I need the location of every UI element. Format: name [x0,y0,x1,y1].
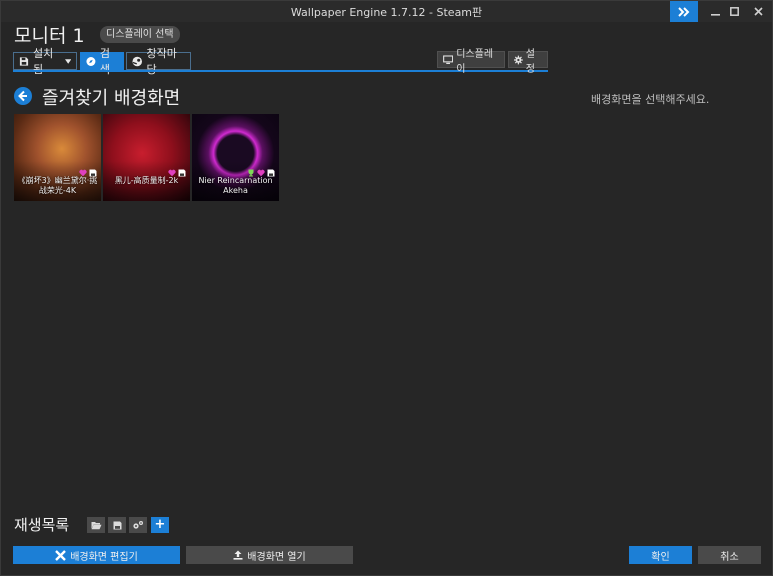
wallpaper-card[interactable]: Nier Reincarnation Akeha [192,114,279,201]
minimize-icon [710,14,720,16]
open-wallpaper-label: 배경화면 열기 [247,551,306,563]
window-title: Wallpaper Engine 1.7.12 - Steam판 [290,6,483,19]
display-button[interactable]: 디스플레이 [437,49,505,75]
back-button[interactable] [14,87,32,105]
compass-icon [86,56,96,66]
app-window: Wallpaper Engine 1.7.12 - Steam판 모니터 1 디… [0,0,773,576]
close-icon [753,7,763,16]
monitor-title: 모니터 1 [14,25,85,47]
playlist-save-button[interactable] [108,517,126,533]
title-bar: Wallpaper Engine 1.7.12 - Steam판 [1,1,772,22]
cancel-button[interactable]: 취소 [698,546,761,564]
playlist-title: 재생목록 [14,516,70,534]
ok-button[interactable]: 확인 [629,546,692,564]
arrow-left-circle-icon [14,87,32,105]
wallpaper-title: 《崩坏3》幽兰黛尔·挑战荣光-4K [17,176,98,195]
tab-search[interactable]: 검색 [80,47,124,76]
playlist-open-button[interactable] [87,517,105,533]
display-select-button[interactable]: 디스플레이 선택 [100,26,180,43]
selection-hint: 배경화면을 선택해주세요. [591,93,710,106]
gears-icon [133,521,143,529]
monitor-icon [443,54,454,64]
wallpaper-title: 黑儿-高质量制-2k [114,176,179,185]
wallpaper-editor-button[interactable]: 배경화면 편집기 [13,546,180,564]
tools-icon [55,549,67,561]
settings-button-label: 설정 [525,48,535,75]
double-chevron-right-icon [678,6,690,17]
gear-icon [514,55,523,64]
floppy-disk-icon [113,521,121,529]
settings-button[interactable]: 설정 [508,49,548,75]
steam-icon [132,56,142,66]
tab-installed-label: 설치됨 [33,47,54,76]
wallpaper-editor-label: 배경화면 편집기 [70,551,138,563]
wallpaper-title: Nier Reincarnation Akeha [198,176,273,195]
floppy-disk-icon [19,56,29,66]
wallpaper-card[interactable]: 《崩坏3》幽兰黛尔·挑战荣光-4K [14,114,101,201]
tab-workshop[interactable]: 창작마당 [126,47,191,76]
open-wallpaper-button[interactable]: 배경화면 열기 [186,546,353,564]
display-button-label: 디스플레이 [456,48,494,75]
tab-workshop-label: 창작마당 [146,47,177,76]
page-title: 즐겨찾기 배경화면 [42,88,181,109]
chevron-down-icon [64,58,71,64]
folder-open-icon [91,521,101,529]
tab-installed[interactable]: 설치됨 [13,47,77,76]
playlist-add-button[interactable]: + [151,517,169,533]
close-button[interactable] [744,1,772,22]
wallpaper-card[interactable]: 黑儿-高质量制-2k [103,114,190,201]
tab-search-label: 검색 [99,47,110,76]
upload-icon [233,550,243,560]
expand-panel-button[interactable] [670,1,698,22]
playlist-configure-button[interactable] [129,517,147,533]
maximize-icon [729,7,739,16]
